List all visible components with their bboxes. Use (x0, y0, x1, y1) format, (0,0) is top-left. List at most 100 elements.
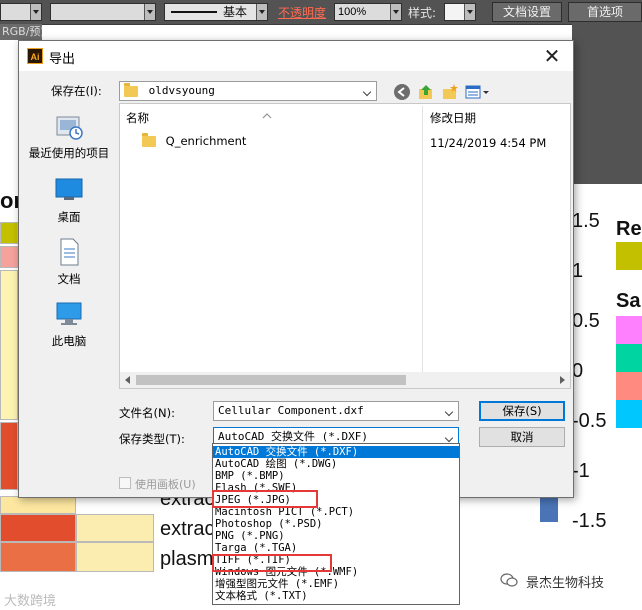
filetype-option[interactable]: AutoCAD 绘图 (*.DWG) (213, 458, 459, 470)
filetype-option[interactable]: AutoCAD 交换文件 (*.DXF) (213, 446, 459, 458)
filetype-options-list[interactable]: AutoCAD 交换文件 (*.DXF) AutoCAD 绘图 (*.DWG) … (212, 443, 460, 605)
scroll-right-icon[interactable] (560, 376, 565, 384)
illustrator-logo-icon: Ai (27, 48, 43, 64)
back-arrow-icon (394, 84, 410, 100)
chevron-down-icon (30, 4, 41, 20)
canvas-pasteboard (572, 24, 642, 184)
legend-swatch (616, 242, 642, 270)
graphic-style-picker[interactable] (444, 3, 476, 21)
opacity-value: 100% (338, 6, 367, 18)
place-documents[interactable]: 文档 (23, 237, 115, 287)
view-menu-button[interactable] (465, 83, 491, 101)
place-label: 此电脑 (51, 334, 87, 348)
cancel-button[interactable]: 取消 (479, 427, 565, 447)
heatmap-cell (76, 514, 154, 542)
folder-icon (142, 133, 156, 147)
legend-swatch (616, 372, 642, 400)
filetype-label: 保存类型(T): (119, 432, 185, 446)
chevron-down-icon (363, 86, 373, 96)
sort-up-icon (262, 104, 272, 119)
column-header-name[interactable]: 名称 (126, 110, 149, 126)
chevron-down-icon (445, 406, 455, 416)
recent-items-icon (54, 111, 84, 141)
desktop-icon (54, 175, 84, 205)
place-desktop[interactable]: 桌面 (23, 175, 115, 225)
document-tab[interactable]: RGB/预览) (0, 24, 42, 40)
filetype-value: AutoCAD 交换文件 (*.DXF) (218, 430, 368, 443)
place-label: 文档 (57, 272, 81, 286)
folder-up-icon (419, 85, 432, 99)
place-label: 桌面 (57, 210, 81, 224)
stroke-line-icon (171, 11, 217, 13)
legend-title: Sa (616, 290, 641, 312)
legend-swatch (616, 344, 642, 372)
highlight-box-jpeg (212, 490, 318, 508)
highlight-box-tiff (212, 554, 332, 572)
opacity-field[interactable]: 100% (334, 3, 402, 21)
watermark-left: 大数跨境 (4, 594, 57, 609)
row-label: plasm (160, 548, 214, 570)
place-label: 最近使用的项目 (28, 146, 110, 160)
folder-icon (124, 82, 138, 97)
place-this-pc[interactable]: 此电脑 (23, 299, 115, 349)
place-recent-items[interactable]: 最近使用的项目 (23, 111, 115, 161)
watermark-right: 景杰生物科技 (526, 576, 605, 591)
file-name: Q_enrichment (165, 134, 247, 148)
scale-tick: -0.5 (572, 410, 607, 432)
up-one-level-button[interactable] (417, 83, 435, 101)
chevron-down-icon (445, 432, 455, 442)
dialog-title-bar: Ai 导出 ✕ (19, 41, 573, 71)
illustrator-control-bar: 基本 不透明度 100% 样式: 文档设置 首选项 (0, 0, 642, 25)
use-artboards-checkbox[interactable] (119, 477, 131, 489)
list-item[interactable]: Q_enrichment (142, 133, 247, 148)
stroke-style-label: 基本 (223, 5, 248, 19)
fill-dropdown[interactable] (0, 3, 42, 21)
filetype-option[interactable]: 文本格式 (*.TXT) (213, 590, 459, 602)
preferences-button[interactable]: 首选项 (568, 2, 642, 22)
wechat-icon (500, 572, 518, 588)
legend-swatch (616, 400, 642, 428)
heatmap-cell (76, 542, 154, 572)
scroll-thumb[interactable] (136, 375, 406, 385)
view-menu-icon (465, 85, 489, 99)
scale-tick: -1 (572, 460, 590, 482)
save-in-dropdown[interactable]: oldvsyoung (119, 81, 377, 101)
filetype-option[interactable]: Targa (*.TGA) (213, 542, 459, 554)
horizontal-scrollbar[interactable] (120, 372, 570, 388)
heatmap-cell (0, 246, 18, 268)
back-button[interactable] (393, 83, 411, 101)
filetype-option[interactable]: PNG (*.PNG) (213, 530, 459, 542)
document-settings-button[interactable]: 文档设置 (492, 2, 562, 22)
this-pc-icon (54, 299, 84, 329)
opacity-link[interactable]: 不透明度 (278, 4, 326, 21)
places-bar: 最近使用的项目 桌面 文档 此电脑 (23, 103, 115, 363)
row-label: extrac (160, 518, 215, 540)
heatmap-cell (0, 270, 18, 420)
column-header-modified[interactable]: 修改日期 (430, 110, 476, 126)
heatmap-cell (0, 542, 76, 572)
save-in-value: oldvsyoung (148, 84, 215, 97)
filename-field[interactable]: Cellular Component.dxf (213, 401, 459, 421)
stroke-weight-dropdown[interactable] (50, 3, 156, 21)
filename-value: Cellular Component.dxf (218, 404, 364, 417)
export-dialog: Ai 导出 ✕ 保存在(I): oldvsyoung 最近使用的项目 桌面 文档… (18, 40, 574, 498)
scroll-left-icon[interactable] (125, 376, 130, 384)
chevron-down-icon (390, 4, 401, 20)
color-scale-bar (540, 496, 558, 522)
new-folder-button[interactable] (441, 83, 459, 101)
save-button[interactable]: 保存(S) (479, 401, 565, 421)
save-in-label: 保存在(I): (51, 84, 102, 98)
filetype-option[interactable]: 增强型图元文件 (*.EMF) (213, 578, 459, 590)
legend-swatch (616, 316, 642, 344)
filename-label: 文件名(N): (119, 406, 175, 420)
stroke-style-dropdown[interactable]: 基本 (164, 3, 268, 21)
close-icon[interactable]: ✕ (541, 45, 563, 67)
chevron-down-icon (464, 4, 475, 20)
new-folder-icon (443, 84, 458, 99)
filetype-option[interactable]: Photoshop (*.PSD) (213, 518, 459, 530)
scale-tick: -1.5 (572, 510, 607, 532)
filetype-option[interactable]: BMP (*.BMP) (213, 470, 459, 482)
file-list[interactable]: 名称 修改日期 Q_enrichment 11/24/2019 4:54 PM (119, 103, 571, 389)
style-label: 样式: (408, 6, 437, 20)
dialog-title: 导出 (49, 52, 76, 67)
